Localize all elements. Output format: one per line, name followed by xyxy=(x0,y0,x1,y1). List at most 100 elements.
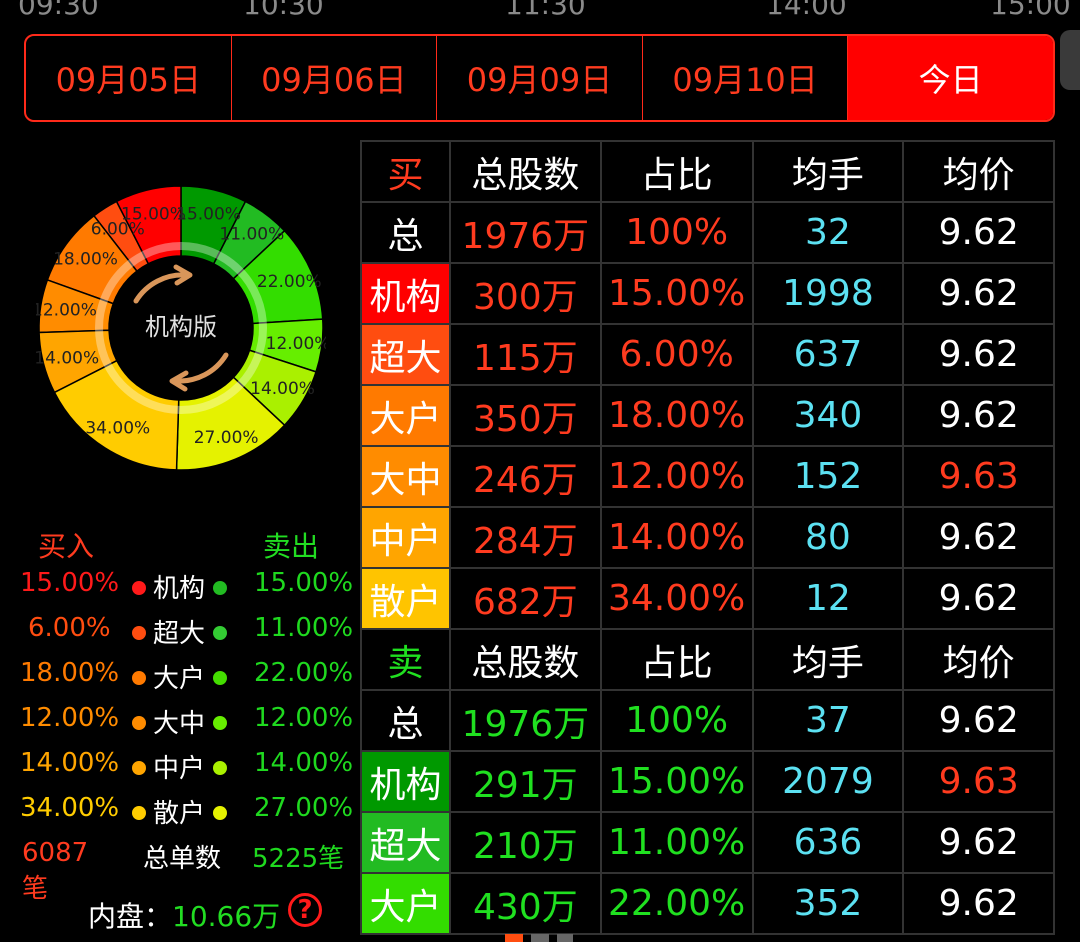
buy-dot-icon xyxy=(132,716,146,730)
column-header: 均价 xyxy=(902,628,1055,691)
axis-tick: 10:30 xyxy=(243,0,324,21)
legend-category: 大中 xyxy=(153,709,206,739)
column-header: 总股数 xyxy=(448,140,602,203)
row-ratio: 15.00% xyxy=(599,262,754,325)
buy-dot-icon xyxy=(132,581,146,595)
fund-flow-donut[interactable]: 15.00%11.00%22.00%12.00%14.00%27.00%15.0… xyxy=(36,183,326,473)
row-category: 总 xyxy=(360,201,451,264)
help-icon[interactable]: ? xyxy=(288,893,322,927)
table-row[interactable]: 大户 430万 22.00% 352 9.62 xyxy=(360,872,1055,935)
row-category: 中户 xyxy=(360,506,451,569)
row-shares: 210万 xyxy=(448,811,602,874)
row-avg-lot: 2079 xyxy=(751,750,905,813)
legend-sell-pct: 22.00% xyxy=(254,658,354,688)
table-row[interactable]: 大中 246万 12.00% 152 9.63 xyxy=(360,445,1055,508)
legend-buy-header: 买入 xyxy=(38,530,95,563)
inner-disk-label: 内盘： xyxy=(88,900,173,933)
row-category: 大户 xyxy=(360,384,451,447)
table-row[interactable]: 中户 284万 14.00% 80 9.62 xyxy=(360,506,1055,569)
inner-disk: 内盘：10.66万 xyxy=(88,895,280,935)
column-header: 买 xyxy=(360,140,451,203)
row-shares: 284万 xyxy=(448,506,602,569)
legend-row: 15.00% 机构 15.00% xyxy=(0,568,360,608)
tab-0906[interactable]: 09月06日 xyxy=(232,36,438,120)
donut-segment-label: 6.00% xyxy=(91,219,145,239)
legend-total-row: 6087笔 总单数 5225笔 xyxy=(0,838,360,904)
row-category: 超大 xyxy=(360,323,451,386)
table-row[interactable]: 散户 682万 34.00% 12 9.62 xyxy=(360,567,1055,630)
row-shares: 430万 xyxy=(448,872,602,935)
donut-segment-label: 14.00% xyxy=(250,379,315,399)
column-header: 总股数 xyxy=(448,628,602,691)
donut-segment-label: 27.00% xyxy=(194,428,259,448)
row-ratio: 18.00% xyxy=(599,384,754,447)
legend-sell-pct: 11.00% xyxy=(254,613,354,643)
date-tabs: 09月05日 09月06日 09月09日 09月10日 今日 xyxy=(24,34,1055,122)
tab-0905[interactable]: 09月05日 xyxy=(26,36,232,120)
table-row[interactable]: 机构 300万 15.00% 1998 9.62 xyxy=(360,262,1055,325)
legend-category: 中户 xyxy=(153,754,206,784)
donut-segment-label: 11.00% xyxy=(219,225,284,245)
tab-today[interactable]: 今日 xyxy=(848,36,1053,120)
legend-row: 6.00% 超大 11.00% xyxy=(0,613,360,653)
axis-tick: 15:00 xyxy=(990,0,1071,21)
legend-buy-pct: 34.00% xyxy=(20,793,120,823)
table-row[interactable]: 大户 350万 18.00% 340 9.62 xyxy=(360,384,1055,447)
tab-0909[interactable]: 09月09日 xyxy=(437,36,643,120)
legend-category: 散户 xyxy=(153,799,206,829)
fund-flow-table: 买总股数 占比 均手 均价总 1976万 100% 32 9.62 机构 300万 15.00% 19… xyxy=(360,140,1055,935)
legend-sell-header: 卖出 xyxy=(263,530,320,563)
legend-category: 机构 xyxy=(153,574,206,604)
row-shares: 246万 xyxy=(448,445,602,508)
row-ratio: 100% xyxy=(599,201,754,264)
column-header: 占比 xyxy=(599,628,754,691)
donut-segment-label: 18.00% xyxy=(53,250,118,270)
buy-dot-icon xyxy=(132,761,146,775)
donut-segment-label: 12.00% xyxy=(266,334,326,354)
table-header-row: 买总股数 占比 均手 均价 xyxy=(360,140,1055,203)
row-ratio: 11.00% xyxy=(599,811,754,874)
row-ratio: 12.00% xyxy=(599,445,754,508)
donut-segment-label: 12.00% xyxy=(36,301,97,321)
table-row[interactable]: 总 1976万 100% 37 9.62 xyxy=(360,689,1055,752)
row-category: 总 xyxy=(360,689,451,752)
table-row[interactable]: 机构 291万 15.00% 2079 9.63 xyxy=(360,750,1055,813)
row-avg-lot: 32 xyxy=(751,201,905,264)
legend-buy-pct: 12.00% xyxy=(20,703,120,733)
row-avg-lot: 152 xyxy=(751,445,905,508)
row-shares: 682万 xyxy=(448,567,602,630)
row-avg-price: 9.62 xyxy=(902,201,1055,264)
buy-dot-icon xyxy=(132,626,146,640)
row-shares: 1976万 xyxy=(448,689,602,752)
row-avg-lot: 12 xyxy=(751,567,905,630)
scroll-indicator xyxy=(505,934,573,942)
row-shares: 350万 xyxy=(448,384,602,447)
column-header: 均手 xyxy=(751,140,905,203)
legend-sell-pct: 12.00% xyxy=(254,703,354,733)
axis-tick: 09:30 xyxy=(18,0,99,21)
donut-segment-label: 34.00% xyxy=(85,419,150,439)
row-avg-price: 9.62 xyxy=(902,384,1055,447)
axis-tick: 14:00 xyxy=(766,0,847,21)
row-ratio: 6.00% xyxy=(599,323,754,386)
legend-sell-pct: 14.00% xyxy=(254,748,354,778)
row-category: 散户 xyxy=(360,567,451,630)
row-ratio: 15.00% xyxy=(599,750,754,813)
table-row[interactable]: 总 1976万 100% 32 9.62 xyxy=(360,201,1055,264)
donut-center-label[interactable]: 机构版 xyxy=(145,313,217,341)
table-row[interactable]: 超大 210万 11.00% 636 9.62 xyxy=(360,811,1055,874)
row-ratio: 100% xyxy=(599,689,754,752)
row-avg-lot: 352 xyxy=(751,872,905,935)
table-row[interactable]: 超大 115万 6.00% 637 9.62 xyxy=(360,323,1055,386)
axis-tick: 11:30 xyxy=(505,0,586,21)
buy-dot-icon xyxy=(132,806,146,820)
legend-category: 大户 xyxy=(153,664,206,694)
row-category: 机构 xyxy=(360,262,451,325)
legend-buy-pct: 18.00% xyxy=(20,658,120,688)
row-shares: 1976万 xyxy=(448,201,602,264)
legend-buy-pct: 15.00% xyxy=(20,568,120,598)
tab-0910[interactable]: 09月10日 xyxy=(643,36,849,120)
row-avg-price: 9.62 xyxy=(902,262,1055,325)
right-edge-handle xyxy=(1060,30,1080,90)
row-avg-lot: 1998 xyxy=(751,262,905,325)
